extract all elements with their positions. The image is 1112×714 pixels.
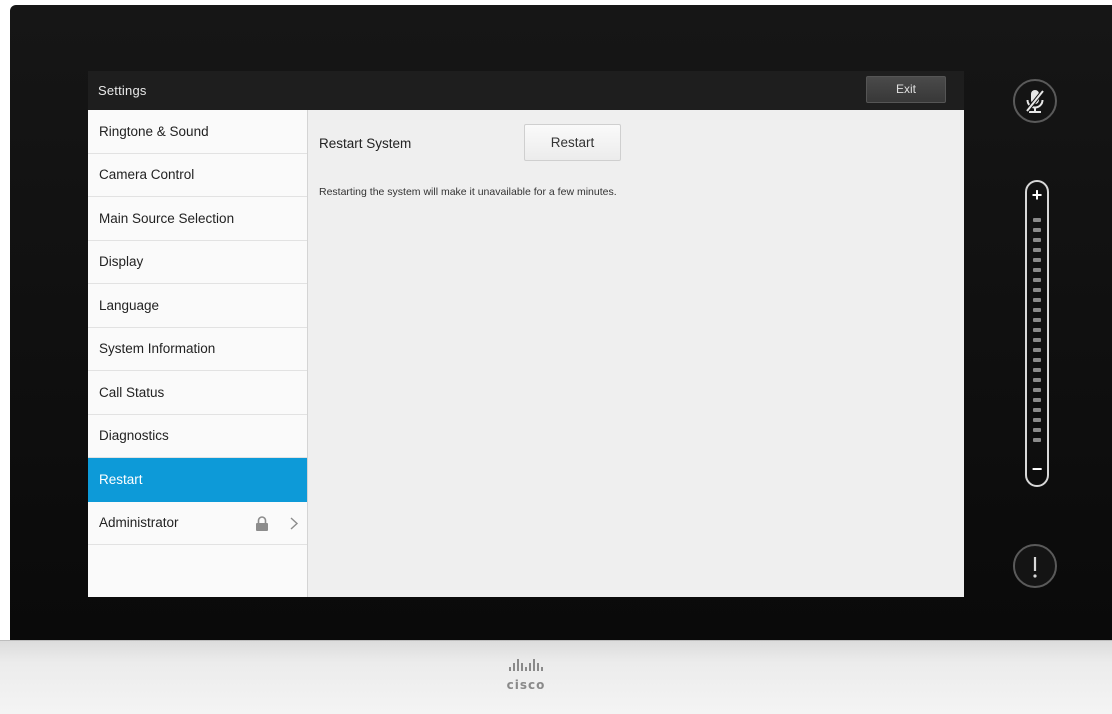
volume-tick	[1033, 408, 1041, 412]
sidebar-item-label: Language	[99, 297, 160, 313]
sidebar-item-call-status[interactable]: Call Status	[88, 371, 307, 415]
sidebar-item-label: Administrator	[99, 515, 179, 531]
volume-tick	[1033, 248, 1041, 252]
volume-tick	[1033, 278, 1041, 282]
sidebar-item-main-source-selection[interactable]: Main Source Selection	[88, 197, 307, 241]
exit-button[interactable]: Exit	[866, 76, 946, 103]
sidebar-item-display[interactable]: Display	[88, 241, 307, 284]
volume-tick	[1033, 418, 1041, 422]
volume-down-button[interactable]: −	[1027, 459, 1047, 479]
volume-tick	[1033, 288, 1041, 292]
volume-tick	[1033, 298, 1041, 302]
volume-tick	[1033, 348, 1041, 352]
volume-tick	[1033, 358, 1041, 362]
mute-microphone-button[interactable]	[1013, 79, 1057, 123]
title-bar: Settings Exit	[88, 71, 964, 110]
lock-icon	[256, 515, 268, 531]
mic-muted-icon	[1025, 89, 1045, 113]
volume-tick	[1033, 318, 1041, 322]
window-title: Settings	[98, 83, 147, 98]
sidebar-item-language[interactable]: Language	[88, 284, 307, 328]
sidebar-item-camera-control[interactable]: Camera Control	[88, 154, 307, 197]
volume-tick	[1033, 378, 1041, 382]
volume-tick	[1033, 218, 1041, 222]
exclamation-icon	[1033, 557, 1037, 578]
restart-button[interactable]: Restart	[524, 124, 621, 161]
sidebar-item-restart[interactable]: Restart	[88, 458, 307, 502]
volume-tick	[1033, 438, 1041, 442]
volume-tick	[1033, 368, 1041, 372]
volume-tick	[1033, 228, 1041, 232]
cisco-wordmark: cisco	[507, 678, 546, 692]
sidebar-item-label: Ringtone & Sound	[99, 123, 209, 139]
volume-tick	[1033, 308, 1041, 312]
volume-tick	[1033, 268, 1041, 272]
sidebar-item-label: Call Status	[99, 384, 165, 400]
volume-tick	[1033, 328, 1041, 332]
sidebar-item-label: Diagnostics	[99, 428, 169, 444]
settings-sidebar: Ringtone & Sound Camera Control Main Sou…	[88, 110, 308, 597]
volume-tick	[1033, 338, 1041, 342]
restart-description: Restarting the system will make it unava…	[319, 186, 617, 198]
sidebar-item-label: Display	[99, 254, 144, 270]
volume-level-ticks	[1033, 218, 1041, 448]
sidebar-item-label: Restart	[99, 471, 143, 487]
volume-tick	[1033, 428, 1041, 432]
volume-up-button[interactable]: +	[1027, 185, 1047, 205]
restart-panel: Restart System Restart Restarting the sy…	[308, 110, 964, 597]
settings-window: Settings Exit Ringtone & Sound Camera Co…	[88, 71, 964, 597]
volume-tick	[1033, 258, 1041, 262]
cisco-logo: cisco	[507, 659, 546, 692]
volume-tick	[1033, 398, 1041, 402]
alert-button[interactable]	[1013, 544, 1057, 588]
sidebar-item-diagnostics[interactable]: Diagnostics	[88, 415, 307, 458]
sidebar-item-label: System Information	[99, 341, 216, 357]
sidebar-item-ringtone-sound[interactable]: Ringtone & Sound	[88, 110, 307, 154]
chevron-right-icon	[290, 516, 299, 530]
sidebar-item-administrator[interactable]: Administrator	[88, 502, 307, 545]
volume-tick	[1033, 388, 1041, 392]
sidebar-item-system-information[interactable]: System Information	[88, 328, 307, 371]
sidebar-item-label: Camera Control	[99, 167, 195, 183]
volume-tick	[1033, 238, 1041, 242]
volume-slider[interactable]: + −	[1025, 180, 1049, 487]
restart-system-label: Restart System	[319, 136, 412, 151]
sidebar-item-label: Main Source Selection	[99, 210, 235, 226]
